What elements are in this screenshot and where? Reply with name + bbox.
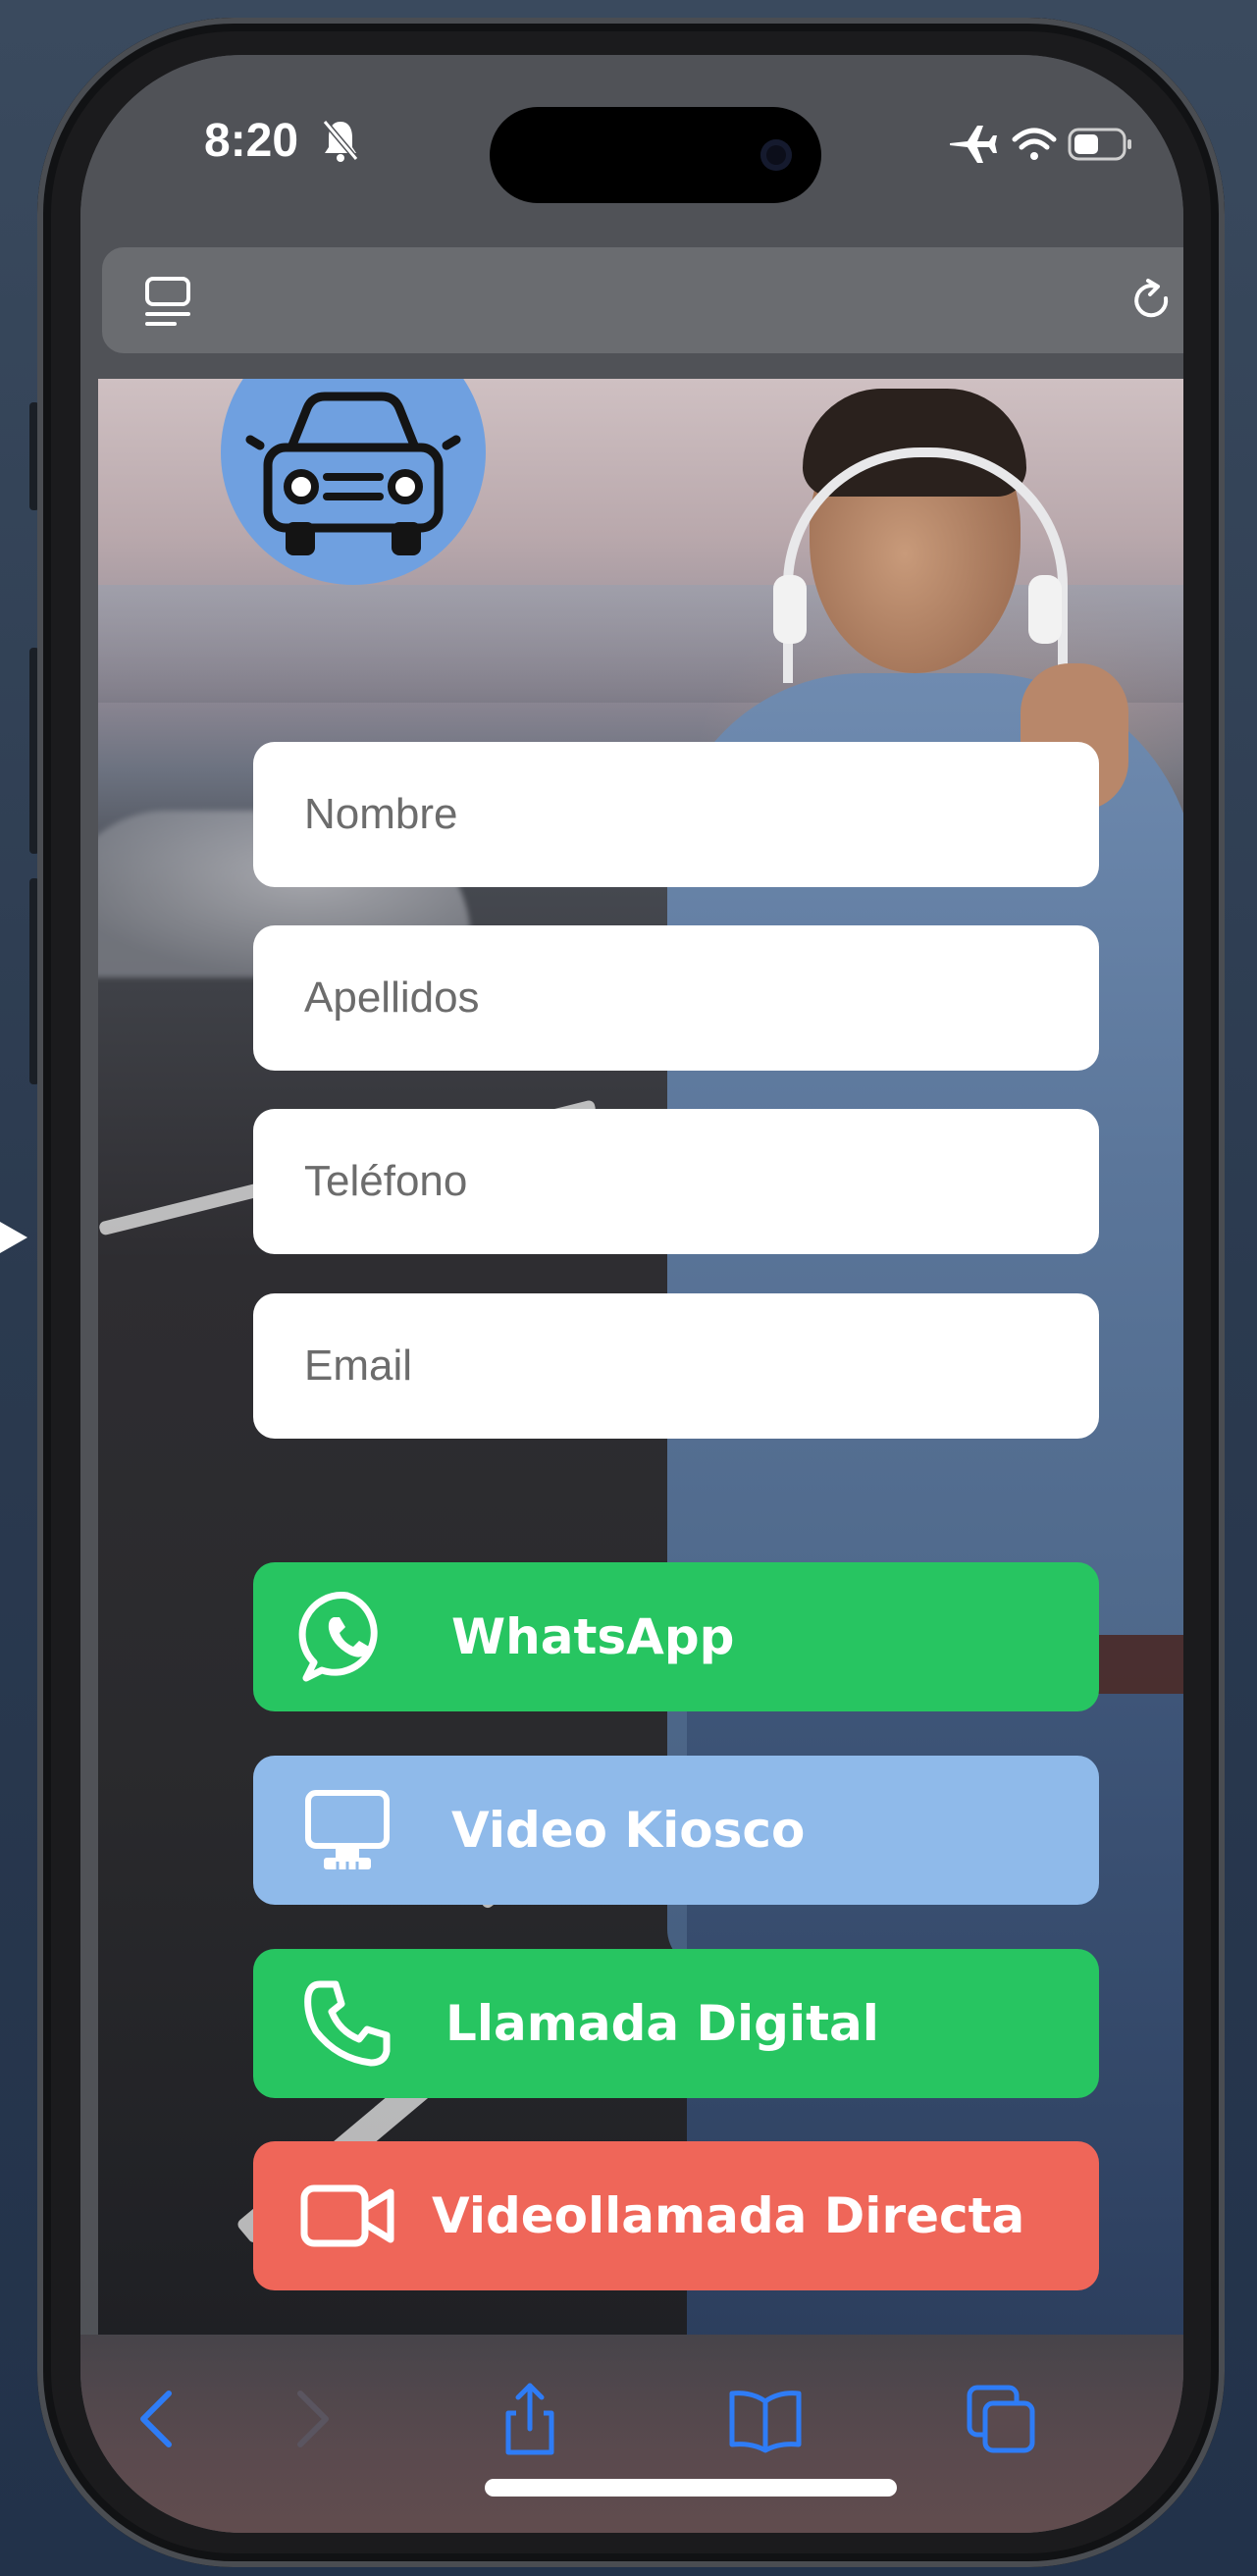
video-kiosco-label: Video Kiosco: [451, 1802, 806, 1859]
wifi-icon: [1012, 128, 1057, 160]
url-bar[interactable]: [102, 247, 1183, 353]
reload-icon[interactable]: [1128, 277, 1178, 328]
car-logo: [221, 379, 486, 585]
back-icon[interactable]: [120, 2380, 198, 2458]
nombre-field[interactable]: [253, 742, 1099, 887]
phone-icon: [304, 1980, 391, 2067]
videollamada-directa-label: Videollamada Directa: [432, 2187, 1025, 2244]
forward-icon[interactable]: [271, 2380, 349, 2458]
browser-toolbar: [80, 2335, 1183, 2533]
headset-earpiece: [1028, 575, 1062, 644]
phone-frame: 8:20 Nombre Apellidos Teléfono Email Wha…: [37, 18, 1225, 2567]
videollamada-directa-button[interactable]: Videollamada Directa: [253, 2141, 1099, 2290]
phone-screen: 8:20 Nombre Apellidos Teléfono Email Wha…: [80, 55, 1183, 2533]
status-bar: 8:20: [80, 55, 1183, 241]
car-icon: [245, 392, 461, 555]
front-camera: [760, 139, 792, 171]
llamada-digital-button[interactable]: Llamada Digital: [253, 1949, 1099, 2098]
video-camera-icon: [300, 2184, 394, 2247]
whatsapp-label: WhatsApp: [451, 1608, 735, 1665]
web-page: WhatsApp Video Kiosco Llamada Digital: [98, 379, 1183, 2337]
reader-icon[interactable]: [141, 275, 194, 330]
video-kiosco-button[interactable]: Video Kiosco: [253, 1756, 1099, 1905]
status-icons: [950, 126, 1131, 163]
home-indicator: [485, 2479, 897, 2497]
whatsapp-icon: [298, 1592, 378, 1682]
bell-slash-icon: [322, 120, 359, 162]
bookmarks-icon[interactable]: [726, 2380, 805, 2458]
dynamic-island: [490, 107, 821, 203]
battery-icon: [1068, 128, 1131, 161]
share-icon[interactable]: [491, 2380, 569, 2458]
tabs-icon[interactable]: [962, 2380, 1040, 2458]
headset-earpiece: [773, 575, 807, 644]
monitor-icon: [305, 1790, 390, 1869]
status-time: 8:20: [204, 115, 299, 167]
side-pointer-arrow: [0, 1222, 27, 1253]
telefono-field[interactable]: [253, 1109, 1099, 1254]
whatsapp-button[interactable]: WhatsApp: [253, 1562, 1099, 1711]
apellidos-field[interactable]: [253, 925, 1099, 1071]
airplane-icon: [950, 126, 997, 163]
email-field[interactable]: [253, 1293, 1099, 1439]
llamada-digital-label: Llamada Digital: [445, 1995, 879, 2052]
